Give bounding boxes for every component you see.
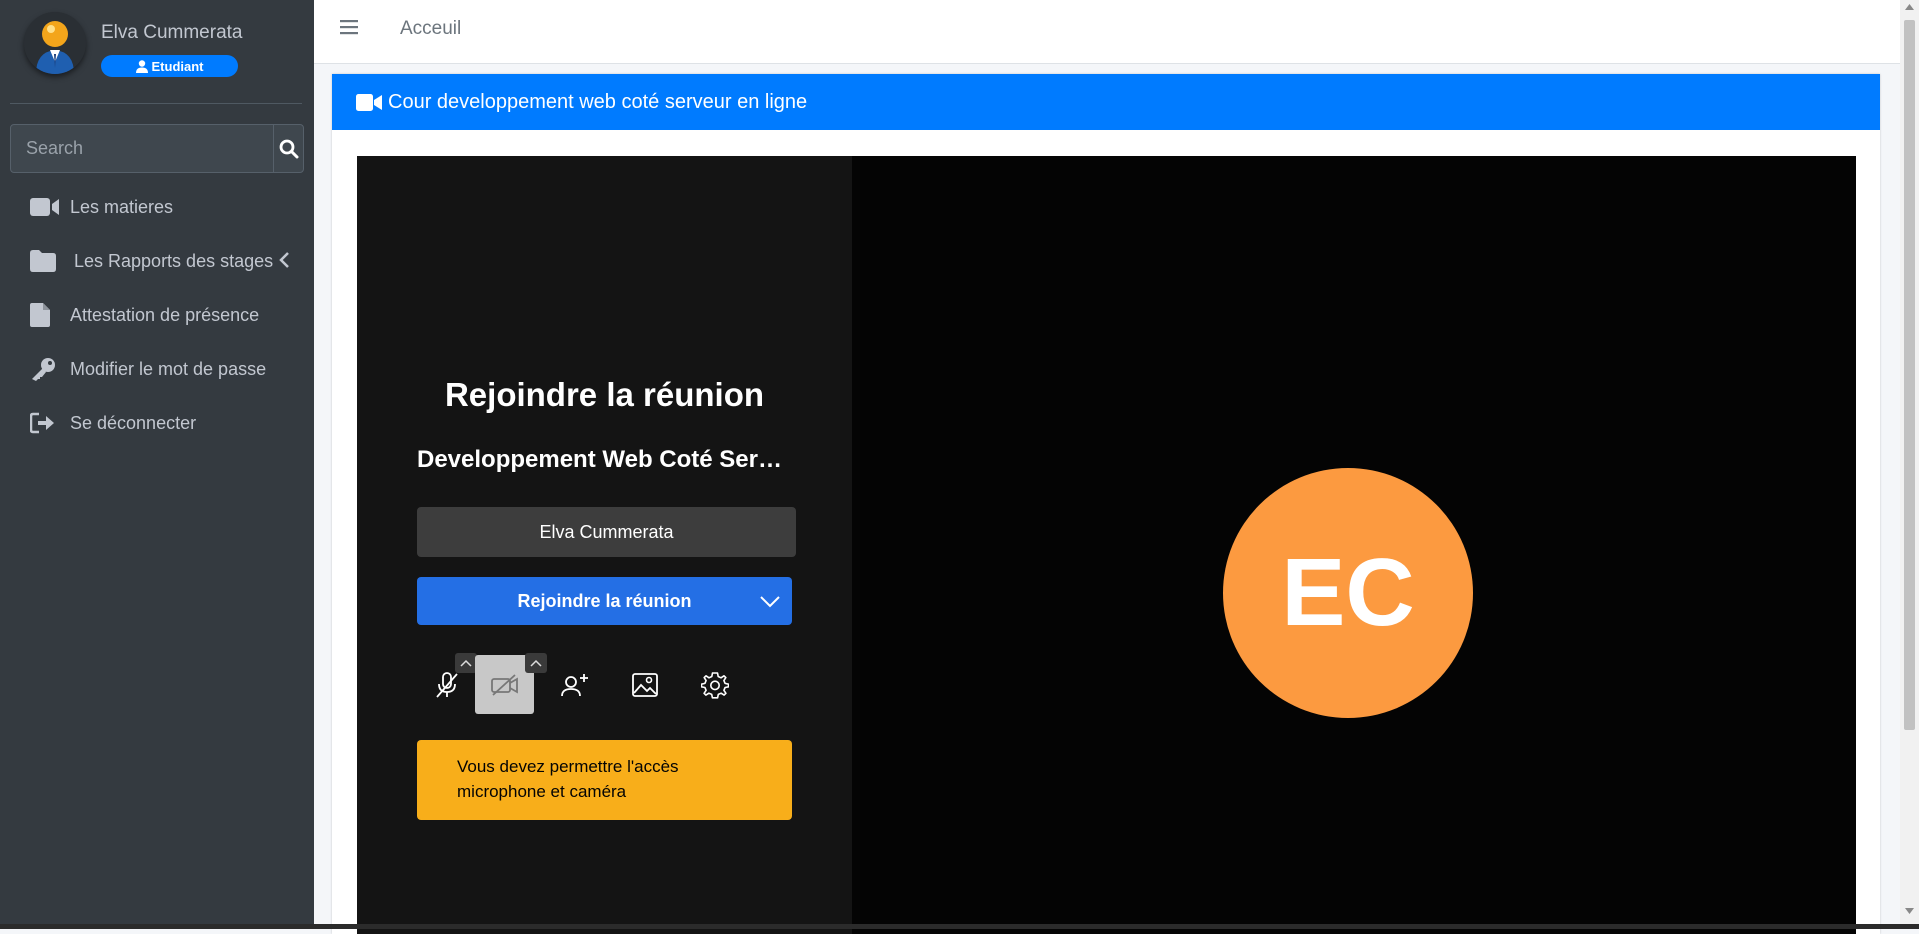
camera-options-button[interactable]	[525, 653, 547, 673]
sidebar: Elva Cummerata Etudiant Les matieres Les…	[0, 0, 314, 924]
scroll-up-icon[interactable]	[1905, 4, 1914, 10]
card-header: Cour developpement web coté serveur en l…	[332, 74, 1880, 130]
card-title: Cour developpement web coté serveur en l…	[388, 90, 808, 113]
sidebar-item-label: Les matieres	[70, 196, 174, 217]
settings-button[interactable]	[685, 655, 744, 714]
scrollbar-thumb[interactable]	[1904, 20, 1915, 730]
breadcrumb-home-link[interactable]: Acceuil	[400, 18, 461, 40]
camera-off-icon	[490, 673, 518, 696]
participant-avatar: EC	[1223, 468, 1473, 718]
sign-out-icon	[30, 412, 54, 434]
video-icon	[356, 93, 382, 111]
microphone-muted-icon	[435, 671, 458, 698]
sidebar-item-label: Les Rapports des stages	[74, 250, 274, 271]
search-button[interactable]	[273, 125, 303, 172]
key-icon	[32, 358, 55, 381]
user-panel: Elva Cummerata Etudiant	[10, 0, 302, 104]
menu-toggle-button[interactable]	[340, 18, 358, 41]
search-input[interactable]	[11, 125, 273, 172]
meeting-subject: Developpement Web Coté Serveur	[417, 446, 795, 473]
display-name-input[interactable]	[417, 507, 796, 557]
sidebar-item-password[interactable]: Modifier le mot de passe	[30, 349, 310, 389]
window-edge	[0, 924, 1919, 929]
sidebar-search	[10, 124, 304, 173]
top-navbar: Acceuil	[314, 0, 1900, 64]
chevron-up-icon	[530, 659, 542, 667]
search-icon	[279, 139, 298, 158]
microphone-options-button[interactable]	[455, 653, 477, 673]
sidebar-item-label: Attestation de présence	[70, 304, 260, 325]
hamburger-icon	[340, 20, 358, 35]
meeting-frame: Rejoindre la réunion Developpement Web C…	[357, 156, 1856, 934]
role-badge: Etudiant	[101, 55, 238, 77]
folder-icon	[30, 250, 56, 272]
virtual-background-button[interactable]	[615, 655, 674, 714]
image-icon	[631, 672, 658, 697]
chevron-down-icon[interactable]	[758, 591, 782, 611]
user-avatar[interactable]	[24, 12, 86, 74]
chevron-up-icon	[460, 659, 472, 667]
user-icon	[135, 59, 148, 73]
sidebar-item-rapports[interactable]: Les Rapports des stages	[30, 241, 310, 281]
user-name: Elva Cummerata	[101, 22, 243, 43]
sidebar-item-logout[interactable]: Se déconnecter	[30, 403, 310, 443]
prejoin-title: Rejoindre la réunion	[444, 376, 765, 413]
page-scrollbar[interactable]	[1900, 0, 1919, 924]
video-icon	[30, 198, 59, 216]
prejoin-panel: Rejoindre la réunion Developpement Web C…	[357, 156, 852, 934]
gear-icon	[700, 671, 729, 699]
sidebar-item-attestation[interactable]: Attestation de présence	[30, 295, 310, 335]
course-card: Cour developpement web coté serveur en l…	[332, 74, 1880, 934]
join-meeting-button[interactable]: Rejoindre la réunion	[417, 577, 792, 625]
scroll-down-icon[interactable]	[1905, 908, 1914, 914]
role-label: Etudiant	[151, 58, 204, 74]
sidebar-item-matieres[interactable]: Les matieres	[30, 187, 310, 227]
sidebar-item-label: Modifier le mot de passe	[70, 358, 267, 379]
join-meeting-label: Rejoindre la réunion	[517, 590, 692, 611]
file-icon	[30, 303, 50, 327]
invite-button[interactable]	[545, 655, 604, 714]
sidebar-item-label: Se déconnecter	[70, 412, 197, 433]
add-user-icon	[560, 673, 588, 696]
permission-warning: Vous devez permettre l'accès microphone …	[417, 740, 792, 820]
chevron-left-icon[interactable]	[278, 251, 290, 269]
